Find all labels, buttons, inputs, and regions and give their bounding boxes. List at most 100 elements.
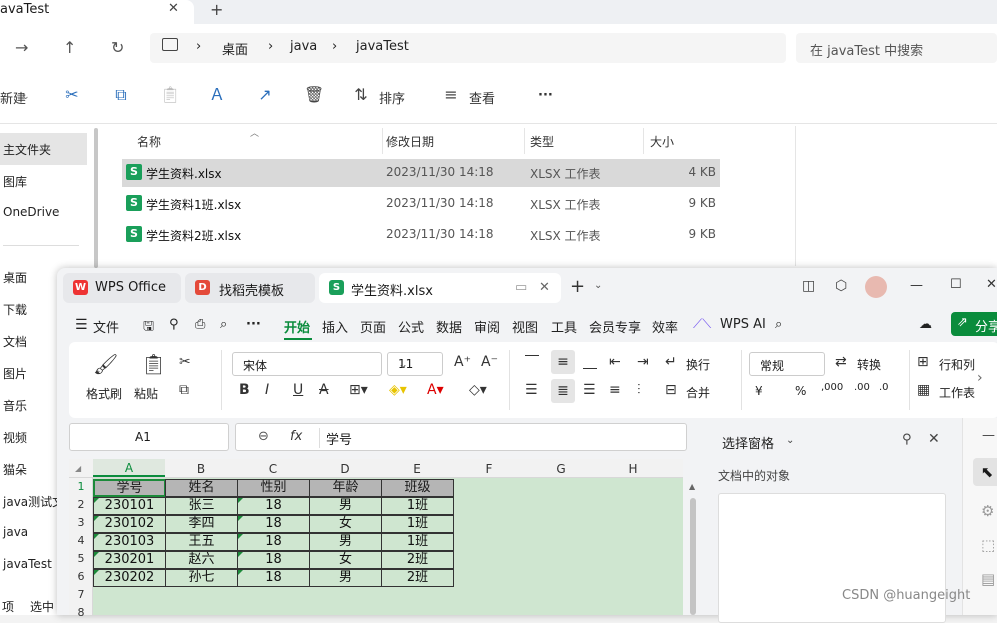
chevron-right-icon[interactable]: › bbox=[977, 370, 983, 386]
table-header-cell[interactable]: 学号 bbox=[93, 479, 166, 497]
objects-list[interactable] bbox=[718, 493, 946, 623]
row-header[interactable]: 4 bbox=[69, 534, 93, 547]
table-cell[interactable]: 18 bbox=[237, 533, 310, 551]
currency-button[interactable]: ¥ bbox=[755, 384, 763, 398]
column-size[interactable]: 大小 bbox=[650, 133, 674, 150]
column-header[interactable]: A bbox=[93, 459, 165, 477]
menu-efficiency[interactable]: 效率 bbox=[652, 317, 678, 336]
table-cell[interactable]: 男 bbox=[309, 497, 382, 515]
column-divider[interactable] bbox=[643, 128, 644, 154]
increase-decimal-icon[interactable]: .00 bbox=[854, 382, 870, 393]
indent-increase-icon[interactable]: ⇥ bbox=[637, 354, 649, 370]
menu-file[interactable]: 文件 bbox=[93, 317, 119, 336]
selection-pane-title[interactable]: 选择窗格 bbox=[722, 433, 774, 452]
table-cell[interactable]: 李四 bbox=[165, 515, 238, 533]
delete-icon[interactable]: 🗑︎ bbox=[304, 86, 324, 104]
sidebar-item-folder[interactable]: java bbox=[3, 525, 28, 539]
scrollbar-thumb[interactable] bbox=[690, 498, 696, 615]
table-cell[interactable]: 张三 bbox=[165, 497, 238, 515]
window-icon[interactable]: ▭ bbox=[515, 280, 527, 295]
chart-icon[interactable]: ▤ bbox=[981, 570, 995, 588]
table-cell[interactable]: 18 bbox=[237, 515, 310, 533]
column-divider[interactable] bbox=[382, 128, 383, 154]
column-name[interactable]: 名称 bbox=[137, 133, 161, 150]
shape-icon[interactable]: ⬚ bbox=[981, 536, 995, 554]
sidebar-item-folder[interactable]: java测试文 bbox=[3, 493, 64, 510]
table-cell[interactable]: 230201 bbox=[93, 551, 166, 569]
menu-data[interactable]: 数据 bbox=[436, 317, 462, 336]
hamburger-icon[interactable]: ☰ bbox=[75, 317, 88, 333]
sort-button[interactable]: 排序 bbox=[379, 88, 405, 107]
layout-icon[interactable]: ◫ bbox=[802, 278, 815, 294]
format-painter-button[interactable]: 格式刷 bbox=[86, 385, 122, 402]
table-cell[interactable]: 230101 bbox=[93, 497, 166, 515]
table-cell[interactable]: 王五 bbox=[165, 533, 238, 551]
scroll-up-icon[interactable]: ▲ bbox=[689, 482, 695, 491]
file-row[interactable]: S 学生资料1班.xlsx 2023/11/30 14:18 XLSX 工作表 … bbox=[122, 190, 720, 218]
align-right-icon[interactable]: ☰ bbox=[583, 382, 596, 398]
copy-icon[interactable]: ⧉ bbox=[179, 382, 189, 398]
table-header-cell[interactable]: 姓名 bbox=[165, 479, 238, 497]
table-cell[interactable]: 孙七 bbox=[165, 569, 238, 587]
menu-review[interactable]: 审阅 bbox=[474, 317, 500, 336]
font-color-icon[interactable]: A▾ bbox=[427, 382, 444, 398]
menu-wps-ai[interactable]: WPS AI bbox=[720, 317, 766, 332]
sidebar-item-documents[interactable]: 文档 bbox=[3, 333, 27, 350]
border-icon[interactable]: ⊞▾ bbox=[349, 382, 368, 398]
row-header[interactable]: 3 bbox=[69, 516, 93, 529]
spreadsheet-grid[interactable]: ◢ A B C D E F G H 1 2 3 4 5 6 7 8 学号 姓名 … bbox=[69, 459, 683, 619]
breadcrumb-item[interactable]: 桌面 bbox=[222, 39, 248, 58]
merge-button[interactable]: 合并 bbox=[686, 384, 710, 401]
number-format-select[interactable]: 常规 ⌄ bbox=[749, 352, 825, 376]
file-row[interactable]: S 学生资料.xlsx 2023/11/30 14:18 XLSX 工作表 4 … bbox=[122, 159, 720, 187]
chevron-down-icon[interactable]: ⌄ bbox=[594, 280, 602, 291]
sidebar-item-onedrive[interactable]: OneDrive bbox=[3, 205, 59, 219]
table-cell[interactable]: 赵六 bbox=[165, 551, 238, 569]
minimize-pane-icon[interactable]: — bbox=[982, 428, 995, 443]
table-cell[interactable]: 1班 bbox=[381, 497, 454, 515]
align-center-icon[interactable]: ≣ bbox=[551, 379, 575, 403]
tab-docer-templates[interactable]: D 找稻壳模板 bbox=[185, 273, 315, 303]
justify-icon[interactable]: ≡ bbox=[609, 382, 621, 398]
copy-icon[interactable]: ⧉ bbox=[112, 86, 130, 104]
tab-wps-office[interactable]: W WPS Office bbox=[63, 273, 181, 303]
table-cell[interactable]: 1班 bbox=[381, 515, 454, 533]
menu-home[interactable]: 开始 bbox=[284, 317, 310, 336]
more-icon[interactable]: ··· bbox=[246, 317, 261, 332]
sidebar-item-gallery[interactable]: 图库 bbox=[3, 173, 27, 190]
percent-button[interactable]: % bbox=[795, 384, 806, 398]
function-icon[interactable]: fx bbox=[290, 429, 302, 444]
decrease-font-icon[interactable]: A⁻ bbox=[481, 354, 498, 370]
cut-icon[interactable]: ✂ bbox=[63, 86, 81, 104]
thousands-button[interactable]: ,000 bbox=[821, 382, 843, 393]
wrap-text-button[interactable]: 换行 bbox=[686, 356, 710, 373]
bold-icon[interactable]: B bbox=[239, 382, 250, 398]
sidebar-item-pictures[interactable]: 图片 bbox=[3, 365, 27, 382]
vertical-scrollbar[interactable]: ▲ bbox=[687, 482, 699, 615]
row-header[interactable]: 2 bbox=[69, 498, 93, 511]
row-header[interactable]: 6 bbox=[69, 570, 93, 583]
menu-page[interactable]: 页面 bbox=[360, 317, 386, 336]
explorer-tab[interactable]: avaTest ✕ bbox=[0, 0, 194, 24]
avatar[interactable] bbox=[865, 276, 887, 298]
menu-member[interactable]: 会员专享 bbox=[589, 317, 641, 336]
font-size-select[interactable]: 11 ⌄ bbox=[387, 352, 443, 376]
table-cell[interactable]: 男 bbox=[309, 569, 382, 587]
increase-font-icon[interactable]: A⁺ bbox=[454, 354, 471, 370]
search-input[interactable]: 在 javaTest 中搜索 bbox=[796, 33, 997, 63]
formula-input[interactable]: ⊖ fx 学号 bbox=[235, 423, 687, 451]
table-cell[interactable]: 1班 bbox=[381, 533, 454, 551]
align-left-icon[interactable]: ☰ bbox=[525, 382, 538, 398]
breadcrumb-item[interactable]: java bbox=[290, 39, 317, 54]
new-tab-button[interactable]: + bbox=[210, 0, 223, 19]
indent-decrease-icon[interactable]: ⇤ bbox=[609, 354, 621, 370]
column-header[interactable]: F bbox=[453, 462, 525, 476]
table-cell[interactable]: 18 bbox=[237, 569, 310, 587]
menu-insert[interactable]: 插入 bbox=[322, 317, 348, 336]
column-header[interactable]: B bbox=[165, 462, 237, 476]
table-header-cell[interactable]: 年龄 bbox=[309, 479, 382, 497]
new-tab-button[interactable]: + bbox=[570, 276, 585, 297]
cut-icon[interactable]: ✂ bbox=[179, 354, 191, 370]
file-row[interactable]: S 学生资料2班.xlsx 2023/11/30 14:18 XLSX 工作表 … bbox=[122, 221, 720, 249]
share-button[interactable]: 分享 ⇗ bbox=[951, 312, 997, 336]
